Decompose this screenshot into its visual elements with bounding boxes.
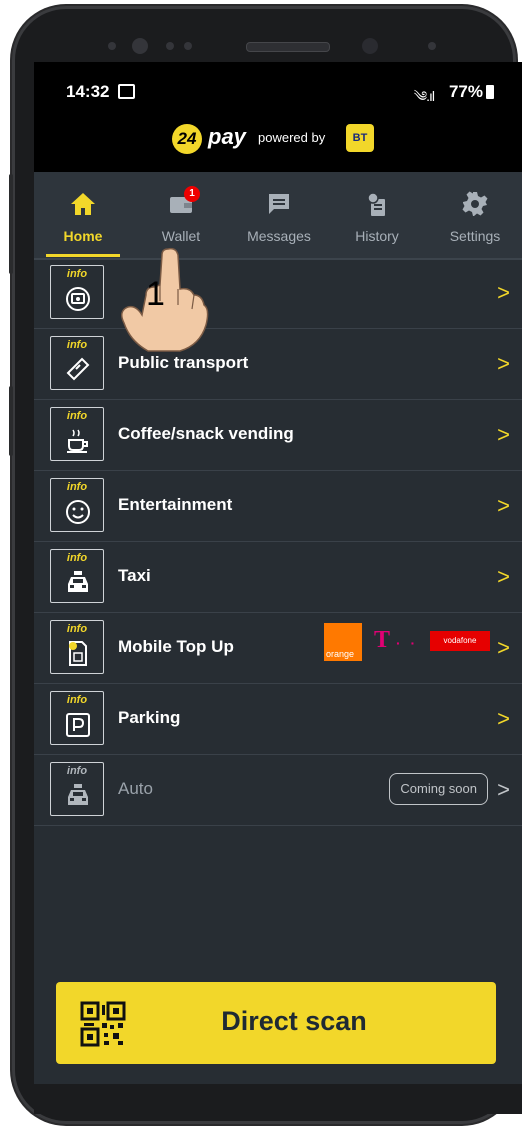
coffee-icon — [67, 429, 88, 453]
chevron-right-icon: > — [497, 493, 510, 518]
list-item-label: Coffee/snack vending — [118, 424, 294, 443]
status-bar: 14:32 ༄.ıl 77% — [34, 62, 522, 118]
car-icon — [68, 784, 88, 805]
chevron-right-icon: > — [497, 635, 510, 660]
front-camera — [362, 38, 378, 54]
list-item-mobile-top-up[interactable]: info Mobile Top Up orange T · · vodafone… — [34, 613, 522, 684]
info-button[interactable]: info — [50, 762, 104, 816]
battery-status: 77% — [449, 82, 494, 102]
chevron-right-icon: > — [497, 564, 510, 589]
info-label: info — [66, 481, 88, 493]
chevron-right-icon: > — [497, 422, 510, 447]
app-logo-pay: pay — [208, 124, 246, 149]
tab-settings[interactable]: Settings — [426, 172, 522, 258]
info-label: info — [66, 694, 88, 706]
taxi-icon — [68, 571, 88, 592]
list-item-label: Mobile Top Up — [118, 637, 234, 656]
active-tab-indicator — [46, 254, 120, 257]
top-bezel — [46, 18, 506, 66]
info-label: info — [66, 339, 88, 351]
step-number: 1 — [146, 275, 165, 313]
chevron-right-icon: > — [497, 706, 510, 731]
direct-scan-button[interactable]: Direct scan — [56, 982, 496, 1064]
list-item-auto: info Auto Coming soon > — [34, 755, 522, 826]
bt-logo: BT — [346, 124, 374, 152]
status-time: 14:32 — [66, 82, 110, 101]
earpiece-speaker — [246, 42, 330, 52]
notification-badge: 1 — [184, 186, 200, 202]
brand-header — [34, 118, 522, 172]
tab-label: Home — [63, 228, 103, 244]
gear-icon — [462, 191, 488, 216]
sensor-dot — [184, 42, 192, 50]
tab-label: History — [355, 228, 399, 244]
list-item-label: Entertainment — [118, 495, 233, 514]
list-item-bills[interactable]: info > — [34, 258, 522, 329]
bill-icon — [66, 287, 90, 311]
direct-scan-label: Direct scan — [221, 1006, 367, 1036]
tab-history[interactable]: History — [328, 172, 426, 258]
chevron-right-icon: > — [497, 351, 510, 376]
info-label: info — [66, 552, 88, 564]
parking-icon — [66, 713, 90, 737]
bixby-button — [9, 386, 13, 456]
list-item-taxi[interactable]: info Taxi > — [34, 542, 522, 613]
tab-bar: Home 1 Wallet Messages History Settings — [34, 172, 522, 260]
info-button[interactable]: info — [50, 620, 104, 674]
gallery-icon — [118, 84, 135, 99]
info-button[interactable]: info — [50, 265, 104, 319]
list-item-entertainment[interactable]: info Entertainment > — [34, 471, 522, 542]
list-item-coffee-vending[interactable]: info Coffee/snack vending > — [34, 400, 522, 471]
chevron-right-icon: > — [497, 777, 510, 802]
service-list: info > info Public transport > info Coff… — [34, 258, 522, 826]
sensor-dot — [166, 42, 174, 50]
info-label: info — [66, 765, 88, 777]
battery-percent: 77% — [448, 82, 483, 101]
sim-icon — [69, 641, 87, 666]
info-label: info — [66, 410, 88, 422]
volume-button — [9, 174, 13, 274]
wifi-signal-icon: ༄.ıl — [413, 88, 435, 104]
info-label: info — [66, 268, 88, 280]
app-logo-24: 24 — [172, 124, 202, 154]
sensor-dot — [108, 42, 116, 50]
info-button[interactable]: info — [50, 478, 104, 532]
bottom-bezel — [34, 1084, 522, 1114]
info-label: info — [66, 623, 88, 635]
tab-label: Settings — [449, 228, 501, 244]
list-item-label: Taxi — [118, 566, 151, 585]
info-button[interactable]: info — [50, 336, 104, 390]
list-item-label: Parking — [118, 708, 181, 727]
vodafone-logo: vodafone — [430, 631, 490, 651]
app-screen: 14:32 ༄.ıl 77% 24 pay powered by BT Home… — [34, 62, 522, 1084]
tab-messages[interactable]: Messages — [230, 172, 328, 258]
info-button[interactable]: info — [50, 549, 104, 603]
smiley-icon — [66, 500, 90, 524]
powered-by-text: powered by — [258, 130, 326, 145]
list-item-parking[interactable]: info Parking > — [34, 684, 522, 755]
telekom-dots: · · — [396, 635, 419, 651]
coming-soon-badge: Coming soon — [389, 773, 488, 805]
chevron-right-icon: > — [497, 280, 510, 305]
sensor-dot — [132, 38, 148, 54]
list-item-label: Public transport — [118, 353, 249, 372]
info-button[interactable]: info — [50, 691, 104, 745]
tab-label: Wallet — [161, 228, 201, 244]
ticket-icon — [66, 357, 90, 381]
sensor-dot — [428, 42, 436, 50]
home-icon — [71, 193, 95, 215]
orange-logo: orange — [324, 623, 362, 661]
tab-label: Messages — [247, 228, 311, 244]
history-icon — [367, 192, 385, 216]
list-item-public-transport[interactable]: info Public transport > — [34, 329, 522, 400]
telekom-logo: T — [374, 627, 391, 653]
orange-logo-text: orange — [326, 649, 355, 659]
battery-icon — [486, 85, 494, 99]
list-item-label: Auto — [118, 779, 153, 798]
info-button[interactable]: info — [50, 407, 104, 461]
message-icon — [269, 194, 289, 214]
